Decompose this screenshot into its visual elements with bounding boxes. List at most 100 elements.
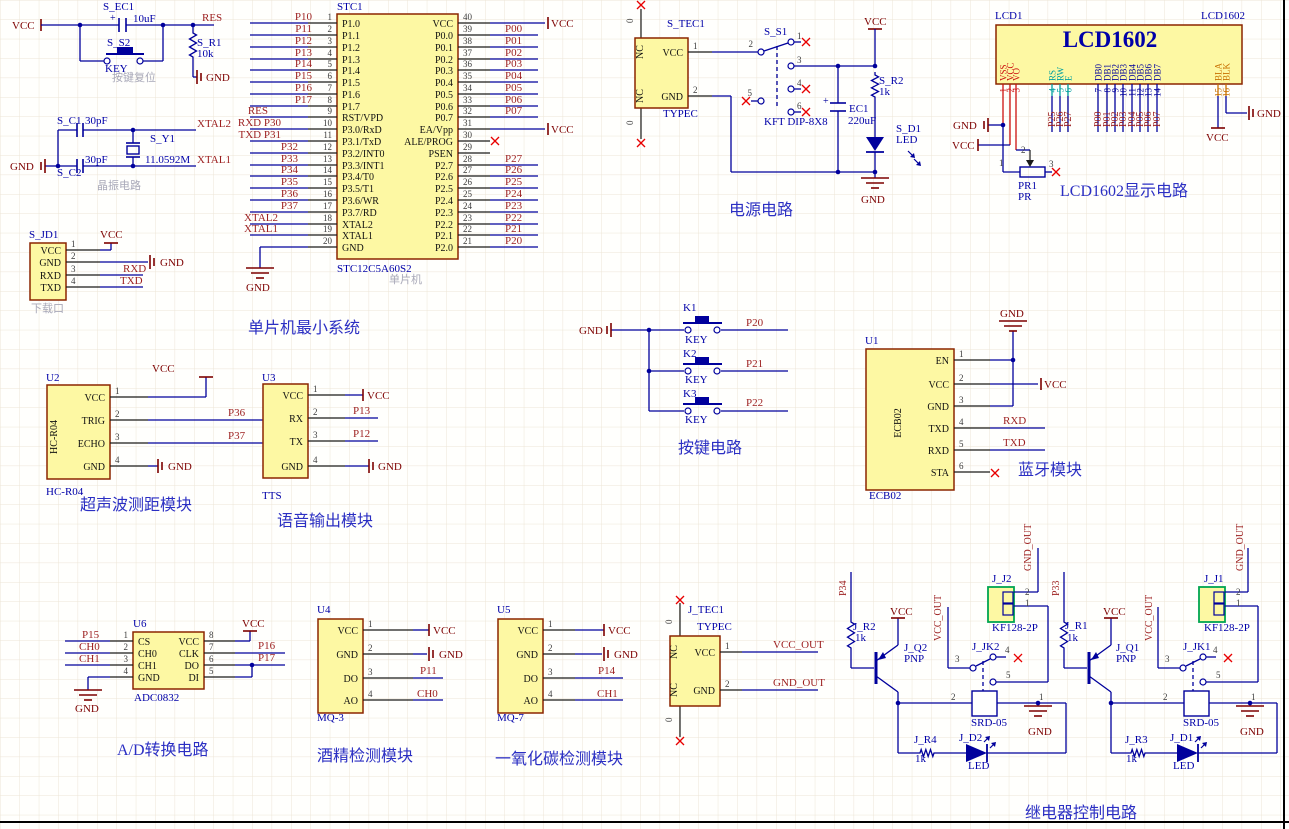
pin-number: 1 (725, 641, 730, 651)
net-label: CH1 (79, 653, 100, 665)
relay-coil (1183, 690, 1210, 717)
designator-label: 11.0592M (145, 154, 190, 166)
pin-name: VCC (662, 48, 683, 59)
power-port-label: GND (614, 649, 638, 661)
pin-name: P2.6 (435, 172, 453, 183)
net-label: RES (248, 105, 268, 117)
pin-number: 6 (328, 71, 333, 81)
power-port-label: GND (439, 649, 463, 661)
designator-label: 10k (197, 48, 214, 60)
pin-number: 7 (209, 642, 214, 652)
caption-alcohol: 酒精检测模块 (317, 747, 413, 765)
pin-number: 12 (323, 142, 332, 152)
pin-name: STA (931, 468, 950, 479)
designator-label: J_D1 (1170, 732, 1193, 744)
pin-number: 1 (1236, 598, 1241, 608)
pin-number: 5 (328, 59, 333, 69)
net-label: P03 (505, 58, 523, 70)
contact-circle (757, 97, 765, 105)
pin-number: 4 (959, 417, 964, 427)
schematic-text: NC (635, 89, 646, 103)
power-port-label: GND (75, 703, 99, 715)
net-label: RXD (123, 263, 146, 275)
junction-dot (835, 169, 841, 175)
net-label: P11 (295, 23, 312, 35)
pin-number: 2 (951, 692, 956, 702)
pin-name: P0.2 (435, 55, 453, 66)
power-port-label: GND (1000, 308, 1024, 320)
pin-name: VO (1012, 68, 1022, 81)
designator: LCD1 (995, 10, 1023, 22)
pin-number: 14 (1153, 88, 1163, 98)
power-port-label: VCC (12, 20, 35, 32)
net-label: P36 (281, 188, 299, 200)
comment: ECB02 (869, 490, 901, 502)
pin-number: 1 (959, 349, 964, 359)
pin-number: 2 (368, 643, 373, 653)
pin-name: P3.3/INT1 (342, 161, 385, 172)
pin-name: RX (289, 414, 304, 425)
pin-number: 5 (748, 88, 753, 98)
designator-label: 1k (1126, 753, 1138, 765)
net-label: P13 (353, 405, 371, 417)
pin-number: 1 (313, 384, 318, 394)
pin-number: 2 (959, 373, 964, 383)
pin-number: 3 (1165, 654, 1170, 664)
contact-circle (787, 62, 795, 70)
junction-dot (1000, 122, 1006, 128)
pin-number: 38 (463, 36, 473, 46)
pin-name: P2.2 (435, 220, 453, 231)
net-label: CH0 (79, 641, 100, 653)
relay-coil (971, 690, 998, 717)
pin-number: 1 (693, 41, 698, 51)
pin-name: P0.4 (435, 78, 453, 89)
pin-name: CH1 (138, 661, 157, 672)
pin-number: 25 (463, 189, 473, 199)
caption-co: 一氧化碳检测模块 (495, 750, 623, 768)
pin-name: TXD (928, 424, 949, 435)
pin-number: 5 (1006, 670, 1011, 680)
junction-dot (646, 368, 652, 374)
power-port-label: GND (246, 282, 270, 294)
junction-dot (130, 127, 136, 133)
pin-name: DO (524, 674, 538, 685)
net-label: GND_OUT (1023, 524, 1034, 571)
button-knob (695, 397, 709, 404)
pin-number: 15 (323, 177, 333, 187)
pin-name: CH0 (138, 649, 157, 660)
designator-label: S_Y1 (150, 133, 175, 145)
designator-label: 30pF (85, 115, 108, 127)
annotation-label: 单片机 (389, 272, 422, 286)
net-label: RXD P30 (238, 117, 282, 129)
pin-number: 10 (323, 118, 333, 128)
schematic-canvas[interactable]: VCCS_EC1+ 10uFS_S2KEY按键复位RESS_R110kGNDS_C… (0, 0, 1289, 829)
pin-name: GND (516, 650, 538, 661)
designator-label: KF128-2P (1204, 622, 1250, 634)
schematic-text: NC (669, 683, 680, 697)
pin-name: P2.1 (435, 231, 453, 242)
pin-number: 3 (71, 264, 76, 274)
designator-label: 1k (1067, 632, 1079, 644)
pin-number: 1 (328, 12, 333, 22)
net-label: VCC_OUT (1144, 595, 1155, 641)
pin-number: 35 (463, 71, 473, 81)
pin-number: 2 (1021, 145, 1026, 155)
button-knob (695, 357, 709, 364)
pin-name: AO (344, 696, 358, 707)
pin-name: GND (83, 462, 105, 473)
designator-label: KEY (685, 334, 708, 346)
designator-label: LED (968, 760, 989, 772)
designator-label: 1k (855, 632, 867, 644)
power-port-label: VCC (367, 390, 390, 402)
power-port-label: GND (579, 325, 603, 337)
power-port-label: VCC (551, 124, 574, 136)
pin-name: P1.6 (342, 90, 360, 101)
pin-number: 2 (115, 409, 120, 419)
net-label: XTAL1 (197, 154, 231, 166)
pin-number: 1 (1025, 598, 1030, 608)
caption-ultrasonic: 超声波测距模块 (80, 496, 192, 514)
power-port-label: VCC (890, 606, 913, 618)
power-port-label: GND (1257, 108, 1281, 120)
designator: U5 (497, 604, 511, 616)
designator-label: PNP (904, 653, 924, 665)
